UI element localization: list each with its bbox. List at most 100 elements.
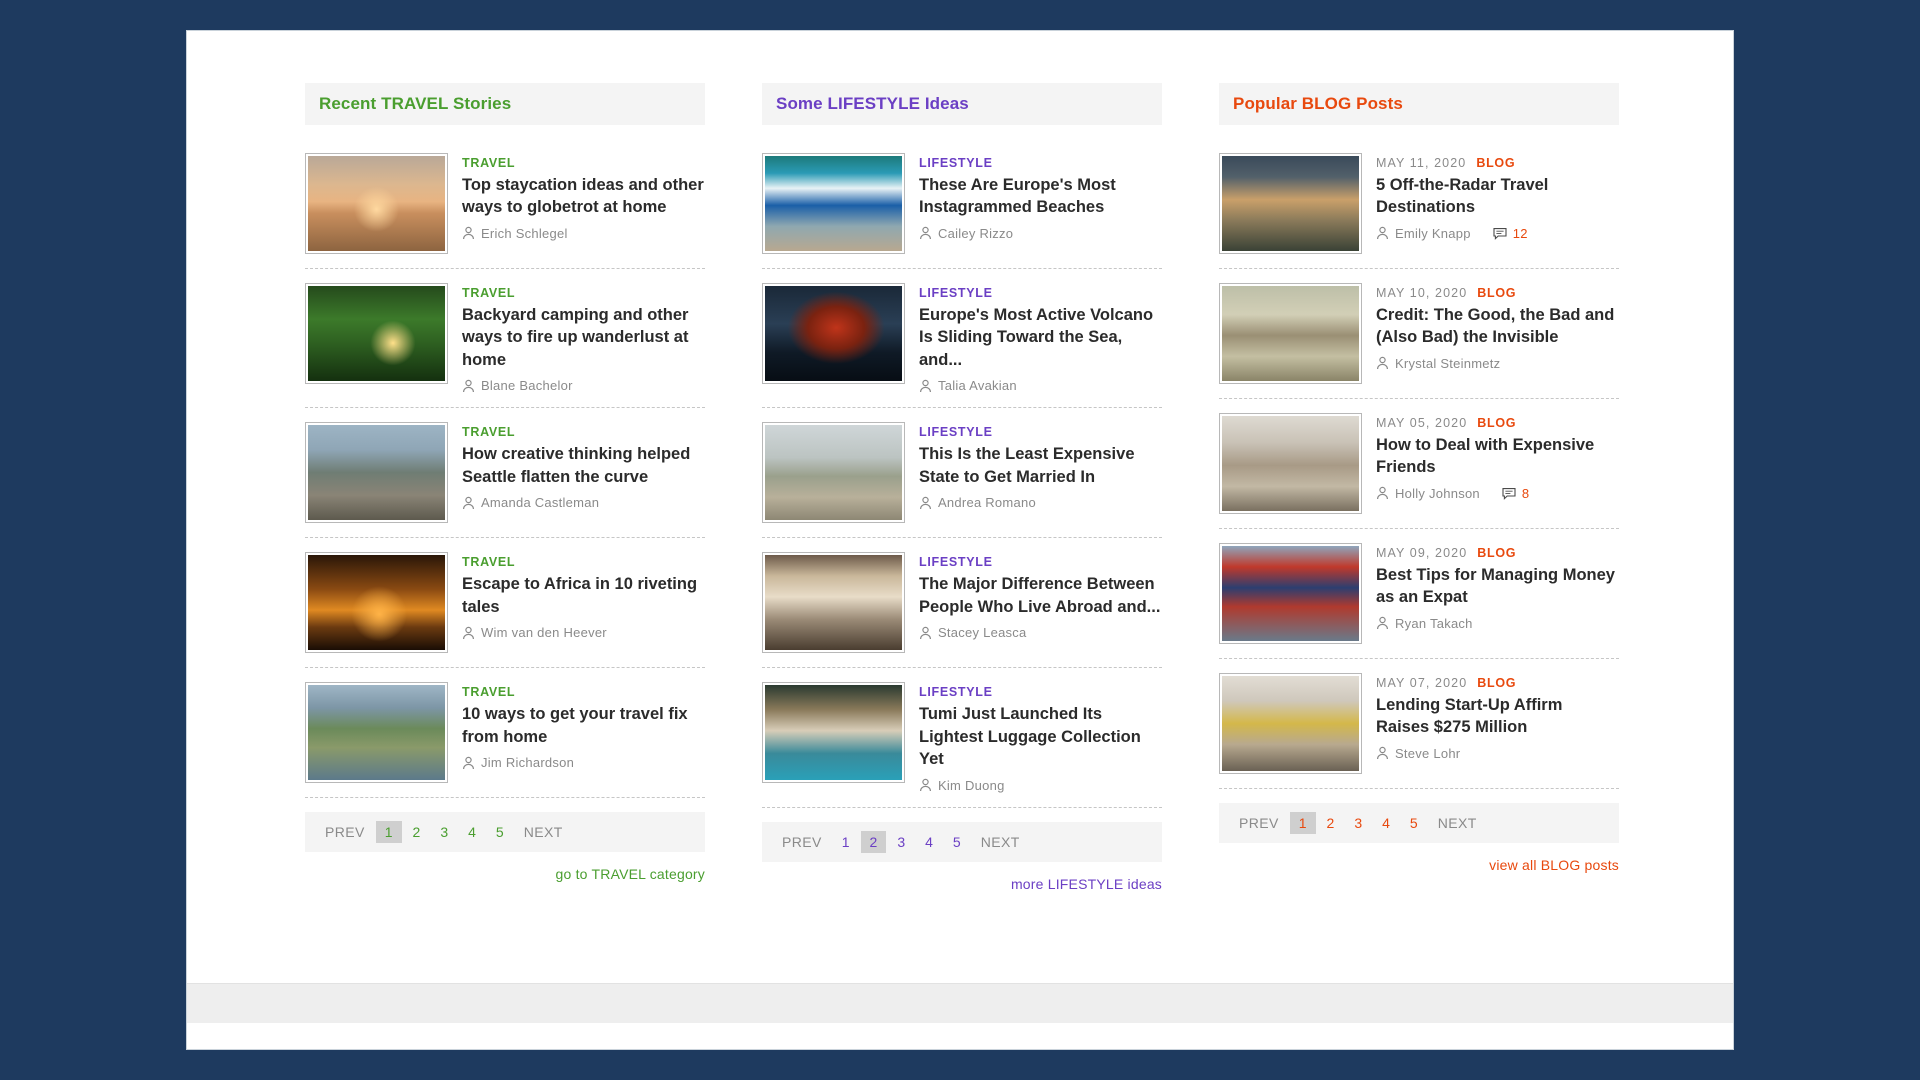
article-meta-top: LIFESTYLE: [919, 555, 1162, 569]
article-thumbnail[interactable]: [762, 422, 905, 524]
article-item[interactable]: MAY 09, 2020 BLOG Best Tips for Managing M…: [1219, 529, 1619, 659]
article-thumbnail[interactable]: [305, 422, 448, 524]
author-icon: [462, 379, 475, 393]
article-item[interactable]: MAY 11, 2020 BLOG 5 Off-the-Radar Travel D…: [1219, 139, 1619, 269]
article-thumbnail[interactable]: [762, 552, 905, 654]
article-meta-top: TRAVEL: [462, 685, 705, 699]
article-thumbnail[interactable]: [1219, 673, 1362, 774]
article-title[interactable]: Tumi Just Launched Its Lightest Luggage …: [919, 703, 1162, 770]
pagination-page-1[interactable]: 1: [375, 821, 402, 844]
pagination-prev[interactable]: PREV: [1229, 812, 1289, 834]
category-tag[interactable]: LIFESTYLE: [919, 685, 993, 699]
article-title[interactable]: This Is the Least Expensive State to Get…: [919, 443, 1162, 488]
category-tag[interactable]: LIFESTYLE: [919, 286, 993, 300]
article-title[interactable]: Top staycation ideas and other ways to g…: [462, 174, 705, 219]
category-tag[interactable]: BLOG: [1477, 286, 1516, 300]
article-item[interactable]: TRAVEL Backyard camping and other ways to…: [305, 269, 705, 409]
article-item[interactable]: TRAVEL 10 ways to get your travel fix fro…: [305, 668, 705, 799]
article-title[interactable]: The Major Difference Between People Who …: [919, 573, 1162, 618]
pagination-next[interactable]: NEXT: [1428, 812, 1487, 834]
pagination-page-4[interactable]: 4: [459, 821, 485, 843]
article-title[interactable]: Best Tips for Managing Money as an Expat: [1376, 564, 1619, 609]
post-date: MAY 07, 2020: [1376, 676, 1468, 690]
article-thumbnail[interactable]: [762, 283, 905, 384]
category-tag[interactable]: BLOG: [1477, 416, 1516, 430]
category-tag[interactable]: BLOG: [1477, 676, 1516, 690]
comment-count[interactable]: 12: [1513, 226, 1528, 241]
more-link-lifestyle[interactable]: more LIFESTYLE ideas: [762, 876, 1162, 892]
category-tag[interactable]: LIFESTYLE: [919, 425, 993, 439]
pagination-page-1[interactable]: 1: [1289, 812, 1316, 834]
article-item[interactable]: TRAVEL Escape to Africa in 10 riveting ta…: [305, 538, 705, 669]
article-title[interactable]: Credit: The Good, the Bad and (Also Bad)…: [1376, 304, 1619, 349]
pagination-page-4[interactable]: 4: [916, 831, 942, 853]
pagination-page-4[interactable]: 4: [1373, 812, 1399, 834]
article-item[interactable]: LIFESTYLE Tumi Just Launched Its Lightest…: [762, 668, 1162, 808]
article-item[interactable]: MAY 07, 2020 BLOG Lending Start-Up Affirm …: [1219, 659, 1619, 789]
comment-count[interactable]: 8: [1522, 486, 1530, 501]
pagination-page-3[interactable]: 3: [1345, 812, 1371, 834]
article-title[interactable]: 5 Off-the-Radar Travel Destinations: [1376, 174, 1619, 219]
category-tag[interactable]: TRAVEL: [462, 685, 515, 699]
comment-icon: [1502, 487, 1516, 500]
more-link-blog[interactable]: view all BLOG posts: [1219, 857, 1619, 873]
article-thumbnail[interactable]: [1219, 283, 1362, 384]
category-tag[interactable]: BLOG: [1477, 546, 1516, 560]
pagination-page-2[interactable]: 2: [860, 830, 887, 853]
article-meta: LIFESTYLE Tumi Just Launched Its Lightest…: [919, 682, 1162, 792]
article-thumbnail[interactable]: [305, 552, 448, 654]
article-item[interactable]: LIFESTYLE These Are Europe's Most Instagr…: [762, 139, 1162, 269]
article-item[interactable]: LIFESTYLE Europe's Most Active Volcano Is…: [762, 269, 1162, 409]
category-tag[interactable]: TRAVEL: [462, 555, 515, 569]
article-item[interactable]: MAY 05, 2020 BLOG How to Deal with Expensi…: [1219, 399, 1619, 529]
pagination-page-1[interactable]: 1: [833, 831, 859, 853]
article-thumbnail[interactable]: [762, 153, 905, 254]
article-meta-top: MAY 07, 2020 BLOG: [1376, 676, 1619, 690]
article-item[interactable]: LIFESTYLE The Major Difference Between Pe…: [762, 538, 1162, 669]
category-tag[interactable]: LIFESTYLE: [919, 156, 993, 170]
pagination-page-5[interactable]: 5: [1401, 812, 1427, 834]
article-title[interactable]: Backyard camping and other ways to fire …: [462, 304, 705, 371]
article-thumbnail[interactable]: [305, 283, 448, 384]
pagination-prev[interactable]: PREV: [772, 831, 832, 853]
category-tag[interactable]: LIFESTYLE: [919, 555, 993, 569]
article-title[interactable]: How creative thinking helped Seattle fla…: [462, 443, 705, 488]
author-name: Ryan Takach: [1395, 615, 1473, 631]
pagination-page-5[interactable]: 5: [487, 821, 513, 843]
article-thumbnail[interactable]: [762, 682, 905, 784]
pagination-page-2[interactable]: 2: [1318, 812, 1344, 834]
article-thumbnail[interactable]: [1219, 543, 1362, 644]
article-item[interactable]: TRAVEL How creative thinking helped Seatt…: [305, 408, 705, 539]
pagination-page-5[interactable]: 5: [944, 831, 970, 853]
article-title[interactable]: These Are Europe's Most Instagrammed Bea…: [919, 174, 1162, 219]
article-item[interactable]: TRAVEL Top staycation ideas and other way…: [305, 139, 705, 269]
article-thumbnail[interactable]: [1219, 413, 1362, 514]
author-icon: [462, 496, 475, 510]
more-link-travel[interactable]: go to TRAVEL category: [305, 866, 705, 882]
article-thumbnail[interactable]: [1219, 153, 1362, 254]
category-tag[interactable]: TRAVEL: [462, 156, 515, 170]
pagination-prev[interactable]: PREV: [315, 821, 375, 843]
article-title[interactable]: How to Deal with Expensive Friends: [1376, 434, 1619, 479]
pagination-next[interactable]: NEXT: [514, 821, 573, 843]
article-thumbnail[interactable]: [305, 682, 448, 784]
article-meta: LIFESTYLE Europe's Most Active Volcano Is…: [919, 283, 1162, 393]
pagination-page-2[interactable]: 2: [404, 821, 430, 843]
friends-at-home-photo: [1222, 416, 1359, 511]
category-tag[interactable]: TRAVEL: [462, 425, 515, 439]
author-icon: [1376, 226, 1389, 240]
category-tag[interactable]: BLOG: [1476, 156, 1515, 170]
office-lounge-meeting-photo: [1222, 676, 1359, 771]
article-title[interactable]: 10 ways to get your travel fix from home: [462, 703, 705, 748]
article-title[interactable]: Escape to Africa in 10 riveting tales: [462, 573, 705, 618]
article-title[interactable]: Europe's Most Active Volcano Is Sliding …: [919, 304, 1162, 371]
article-item[interactable]: MAY 10, 2020 BLOG Credit: The Good, the Ba…: [1219, 269, 1619, 399]
category-tag[interactable]: TRAVEL: [462, 286, 515, 300]
pagination-page-3[interactable]: 3: [888, 831, 914, 853]
pagination-page-3[interactable]: 3: [431, 821, 457, 843]
pagination-next[interactable]: NEXT: [971, 831, 1030, 853]
article-meta: TRAVEL How creative thinking helped Seatt…: [462, 422, 705, 510]
article-thumbnail[interactable]: [305, 153, 448, 254]
article-title[interactable]: Lending Start-Up Affirm Raises $275 Mill…: [1376, 694, 1619, 739]
article-item[interactable]: LIFESTYLE This Is the Least Expensive Sta…: [762, 408, 1162, 539]
